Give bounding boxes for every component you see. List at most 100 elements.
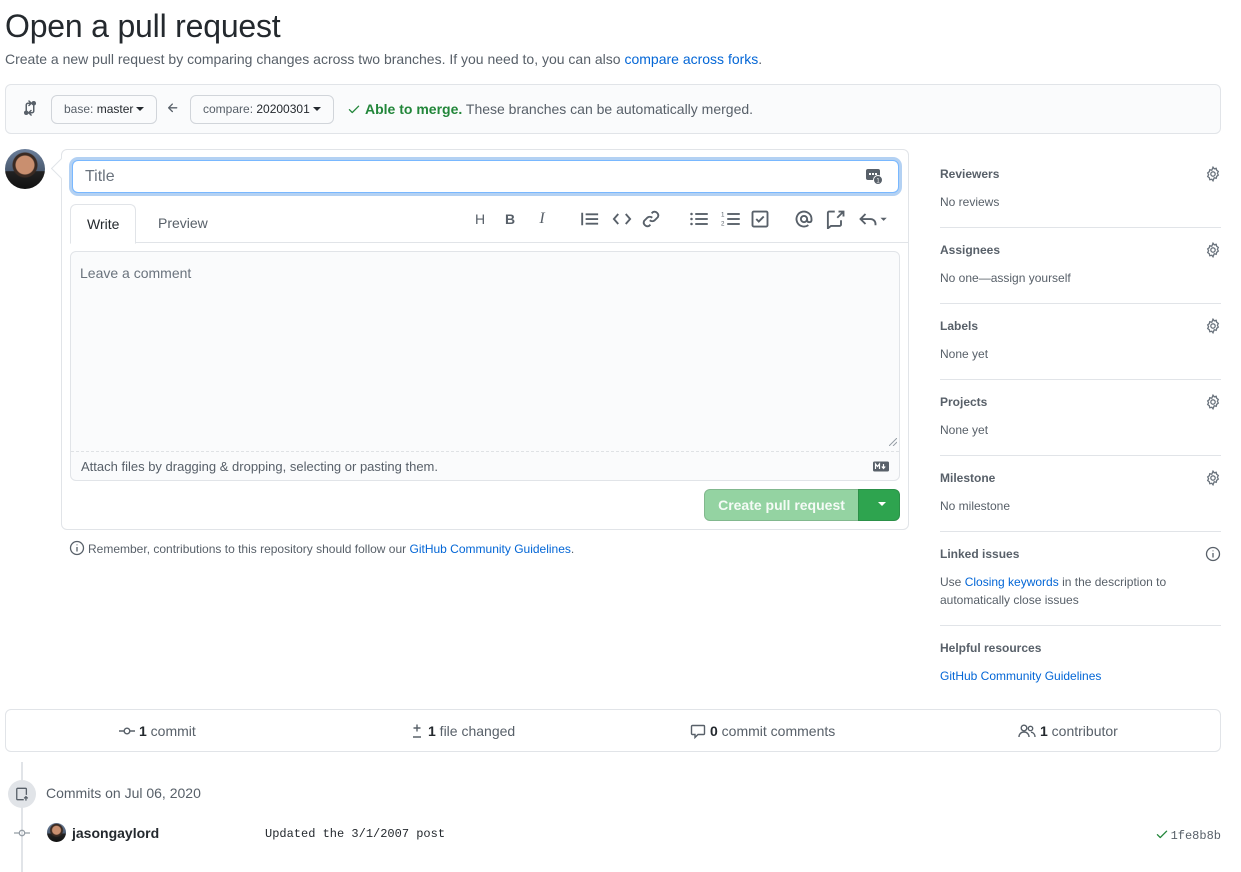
commit-sha[interactable]: 1fe8b8b	[1155, 827, 1221, 843]
info-icon[interactable]	[1205, 546, 1221, 562]
community-guidelines-link[interactable]: GitHub Community Guidelines	[410, 542, 571, 556]
create-options-dropdown[interactable]	[858, 489, 900, 521]
commit-author-avatar[interactable]	[47, 823, 66, 842]
remember-end: .	[570, 542, 575, 556]
bold-icon[interactable]: B	[500, 209, 520, 229]
sidebar-assignees[interactable]: Assignees No one—assign yourself	[940, 228, 1221, 304]
commits-date-header: Commits on Jul 06, 2020	[46, 785, 201, 801]
helpful-guidelines-link[interactable]: GitHub Community Guidelines	[940, 669, 1101, 683]
sidebar-projects[interactable]: Projects None yet	[940, 380, 1221, 456]
contributors-label: contributor	[1047, 723, 1118, 739]
svg-text:2: 2	[721, 220, 725, 227]
mention-icon[interactable]	[794, 209, 814, 229]
gear-icon[interactable]	[1205, 318, 1221, 334]
assignees-value[interactable]: No one—assign yourself	[940, 269, 1221, 287]
compare-across-forks-link[interactable]: compare across forks	[624, 51, 758, 67]
ordered-list-icon[interactable]: 12	[721, 209, 741, 229]
reviewers-value: No reviews	[940, 195, 1000, 209]
commit-author[interactable]: jasongaylord	[72, 825, 159, 841]
code-icon[interactable]	[612, 209, 632, 229]
chevron-down-icon	[136, 106, 145, 111]
attach-files-text[interactable]: Attach files by dragging & dropping, sel…	[81, 459, 438, 474]
link-icon[interactable]	[641, 209, 661, 229]
commit-sha-text: 1fe8b8b	[1170, 829, 1221, 843]
gear-icon[interactable]	[1205, 242, 1221, 258]
compare-prefix: compare:	[203, 102, 257, 116]
repo-push-icon	[16, 787, 29, 801]
title-input[interactable]	[72, 160, 899, 193]
quote-icon[interactable]	[580, 209, 600, 229]
sidebar-helpful-resources: Helpful resources GitHub Community Guide…	[940, 626, 1221, 701]
comment-textarea[interactable]: Leave a comment Attach files by dragging…	[70, 251, 900, 481]
git-compare-icon	[24, 100, 36, 116]
stat-commit-comments[interactable]: 0 commit comments	[690, 723, 836, 740]
comment-icon	[690, 724, 706, 740]
closing-keywords-link[interactable]: Closing keywords	[965, 575, 1059, 589]
linked-issues-value: Use Closing keywords in the description …	[940, 573, 1221, 609]
remember-text: Remember, contributions to this reposito…	[88, 542, 410, 556]
gear-icon[interactable]	[1205, 166, 1221, 182]
commits-count: 1	[139, 723, 147, 739]
projects-label: Projects	[940, 395, 988, 409]
stat-commits[interactable]: 1 commit	[119, 723, 196, 739]
page-title: Open a pull request	[5, 8, 281, 44]
cross-reference-icon[interactable]	[826, 209, 846, 229]
sidebar-milestone[interactable]: Milestone No milestone	[940, 456, 1221, 532]
avatar[interactable]	[5, 149, 45, 189]
resize-grip-icon[interactable]	[889, 438, 897, 446]
task-list-icon[interactable]	[750, 209, 770, 229]
contribution-notice: Remember, contributions to this reposito…	[69, 540, 574, 556]
compare-branch-name: 20200301	[256, 102, 310, 116]
chevron-down-icon	[312, 106, 321, 111]
base-prefix: base:	[64, 102, 97, 116]
merge-status-message: These branches can be automatically merg…	[462, 101, 754, 117]
gear-icon[interactable]	[1205, 470, 1221, 486]
subtitle-end: .	[758, 51, 763, 67]
tab-write[interactable]: Write	[70, 204, 137, 244]
sidebar-labels[interactable]: Labels None yet	[940, 304, 1221, 380]
reviewers-label: Reviewers	[940, 167, 1000, 181]
check-icon	[348, 105, 360, 114]
create-pull-request-button[interactable]: Create pull request	[704, 489, 859, 521]
sidebar-reviewers[interactable]: Reviewers No reviews	[940, 152, 1221, 228]
reply-icon[interactable]	[858, 209, 888, 229]
sidebar-linked-issues: Linked issues Use Closing keywords in th…	[940, 532, 1221, 626]
projects-value: None yet	[940, 423, 989, 437]
saved-replies-icon[interactable]: 1	[865, 167, 883, 185]
stat-files-changed[interactable]: 1 file changed	[410, 723, 515, 739]
merge-status: Able to merge. These branches can be aut…	[347, 101, 753, 117]
linked-issues-pre: Use	[940, 575, 965, 589]
tab-preview[interactable]: Preview	[142, 204, 224, 243]
commit-icon	[119, 727, 135, 735]
assignees-label: Assignees	[940, 243, 1001, 257]
files-count: 1	[428, 723, 436, 739]
compare-branch-button[interactable]: compare: 20200301	[190, 95, 334, 124]
diff-icon	[413, 724, 421, 738]
chevron-down-icon	[878, 502, 886, 506]
attach-divider	[71, 451, 899, 452]
timeline-line	[21, 762, 23, 872]
sidebar: Reviewers No reviews Assignees No one—as…	[940, 152, 1221, 701]
labels-label: Labels	[940, 319, 979, 333]
comments-count: 0	[710, 723, 718, 739]
stat-contributors[interactable]: 1 contributor	[1018, 723, 1118, 739]
page-subtitle: Create a new pull request by comparing c…	[5, 51, 762, 67]
markdown-icon[interactable]	[873, 461, 889, 472]
svg-text:1: 1	[721, 212, 725, 219]
commit-message[interactable]: Updated the 3/1/2007 post	[265, 827, 445, 841]
people-icon	[1018, 724, 1036, 738]
pull-request-form: 1 Write Preview H B I 12 Leave a comment…	[61, 149, 909, 530]
helpful-resources-label: Helpful resources	[940, 641, 1042, 655]
files-label: file changed	[435, 723, 516, 739]
unordered-list-icon[interactable]	[689, 209, 709, 229]
commit-icon	[14, 829, 30, 837]
italic-icon[interactable]: I	[532, 209, 552, 229]
heading-icon[interactable]: H	[470, 209, 490, 229]
comments-label: commit comments	[717, 723, 836, 739]
gear-icon[interactable]	[1205, 394, 1221, 410]
info-icon	[69, 540, 85, 556]
labels-value: None yet	[940, 347, 989, 361]
milestone-value: No milestone	[940, 499, 1011, 513]
compare-bar: base: master compare: 20200301 Able to m…	[5, 84, 1221, 134]
base-branch-button[interactable]: base: master	[51, 95, 158, 124]
